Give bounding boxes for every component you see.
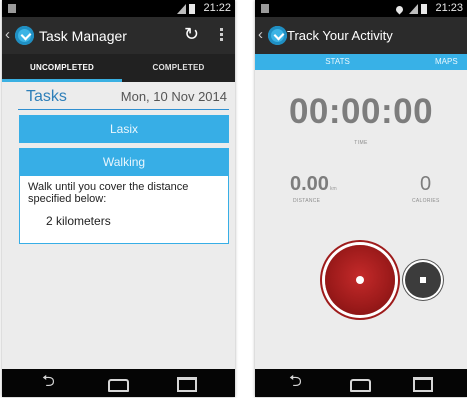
distance-unit: km [329, 186, 337, 192]
refresh-icon[interactable]: ↻ [184, 24, 199, 45]
signal-icon [177, 4, 186, 15]
status-bar: 21:23 [255, 0, 467, 17]
task-distance: 2 kilometers [46, 214, 111, 228]
tab-stats[interactable]: STATS [255, 54, 420, 70]
task-walking-button[interactable]: Walking [19, 148, 229, 176]
home-nav-icon[interactable] [108, 379, 129, 392]
home-nav-icon[interactable] [350, 379, 371, 392]
chevron-left-icon[interactable]: ‹ [258, 26, 263, 43]
record-button[interactable] [325, 245, 395, 315]
battery-icon [421, 4, 427, 15]
stop-icon [420, 277, 426, 283]
action-bar: ‹ Task Manager ↻ [2, 17, 235, 54]
signal-icon [409, 4, 418, 15]
tab-completed[interactable]: COMPLETED [122, 54, 235, 82]
activity-tabs: STATS MAPS [255, 54, 467, 70]
navigation-bar: ⮌ [255, 369, 467, 397]
stop-button[interactable] [405, 262, 441, 298]
location-icon [394, 4, 405, 15]
task-tabs: UNCOMPLETED COMPLETED [2, 54, 235, 82]
recent-apps-icon[interactable] [413, 377, 433, 392]
app-title: Task Manager [39, 28, 127, 44]
status-time: 21:22 [203, 2, 231, 14]
status-icons [177, 3, 195, 15]
recent-apps-icon[interactable] [177, 377, 197, 392]
distance-label: DISTANCE [293, 198, 321, 204]
navigation-bar: ⮌ [2, 369, 235, 397]
status-icons [394, 3, 427, 15]
activity-tracker-screen: 21:23 ‹ Track Your Activity STATS MAPS 0… [255, 0, 467, 397]
tab-maps[interactable]: MAPS [435, 54, 458, 70]
app-logo-icon[interactable] [15, 26, 34, 45]
back-nav-icon[interactable]: ⮌ [289, 374, 302, 390]
calories-label: CALORIES [412, 198, 440, 204]
timer-label: TIME [354, 140, 368, 146]
app-logo-icon[interactable] [268, 26, 287, 45]
status-time: 21:23 [435, 2, 463, 14]
app-title: Track Your Activity [287, 28, 393, 43]
task-detail-text: Walk until you cover the distance specif… [28, 181, 189, 205]
page-title: Tasks [26, 88, 67, 105]
task-manager-screen: 21:22 ‹ Task Manager ↻ UNCOMPLETED COMPL… [2, 0, 235, 397]
calories-value: 0 [420, 173, 432, 195]
status-bar: 21:22 [2, 0, 235, 17]
overflow-menu-icon[interactable] [220, 28, 223, 43]
task-lasix-button[interactable]: Lasix [19, 115, 229, 143]
chevron-left-icon[interactable]: ‹ [5, 26, 10, 43]
back-nav-icon[interactable]: ⮌ [42, 374, 55, 390]
action-bar: ‹ Track Your Activity [255, 17, 467, 54]
record-icon [356, 276, 364, 284]
tasks-date: Mon, 10 Nov 2014 [120, 89, 227, 104]
task-walking-detail: Walk until you cover the distance specif… [19, 176, 229, 244]
distance-number: 0.00 [290, 173, 329, 195]
notification-icon [8, 4, 16, 13]
battery-icon [189, 4, 195, 15]
timer-value: 00:00:00 [288, 92, 434, 131]
tab-uncompleted[interactable]: UNCOMPLETED [2, 54, 122, 82]
tasks-header: Tasks Mon, 10 Nov 2014 [18, 87, 229, 110]
notification-icon [261, 4, 269, 13]
distance-value: 0.00km [290, 173, 337, 196]
